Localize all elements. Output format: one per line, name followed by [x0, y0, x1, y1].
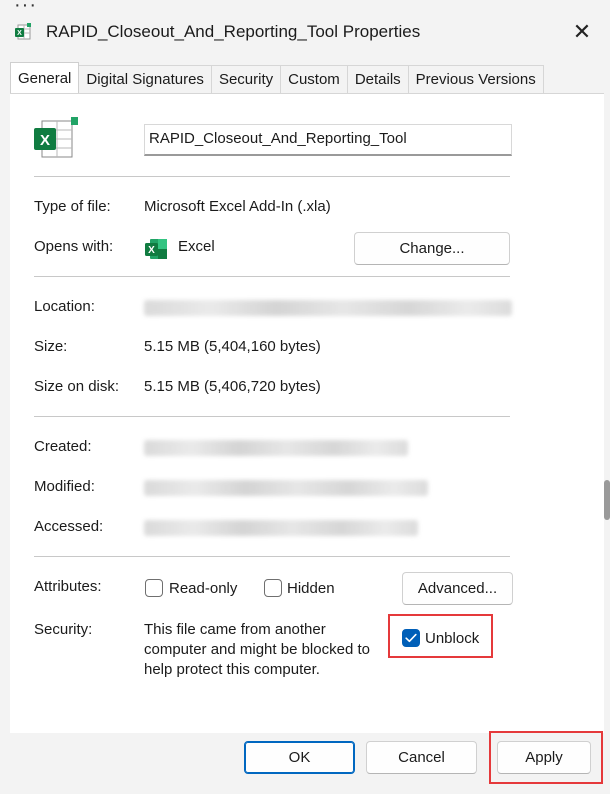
opens-with-value: Excel [178, 238, 215, 255]
title-bar: X RAPID_Closeout_And_Reporting_Tool Prop… [0, 0, 610, 62]
tab-security[interactable]: Security [210, 65, 282, 93]
ok-button[interactable]: OK [244, 741, 355, 774]
divider [34, 276, 510, 277]
security-line-2: computer and might be blocked to [144, 641, 370, 658]
tab-details[interactable]: Details [346, 65, 409, 93]
attributes-label: Attributes: [34, 578, 102, 595]
type-of-file-label: Type of file: [34, 198, 111, 215]
svg-text:X: X [40, 132, 50, 149]
divider [34, 416, 510, 417]
size-on-disk-value: 5.15 MB (5,406,720 bytes) [144, 378, 321, 395]
svg-text:X: X [148, 245, 155, 256]
created-label: Created: [34, 438, 92, 455]
unblock-label: Unblock [425, 630, 480, 647]
size-on-disk-label: Size on disk: [34, 378, 120, 395]
location-label: Location: [34, 298, 95, 315]
accessed-label: Accessed: [34, 518, 104, 535]
tab-general[interactable]: General [10, 62, 80, 93]
divider [34, 176, 510, 177]
location-value-blurred [144, 300, 512, 316]
size-value: 5.15 MB (5,404,160 bytes) [144, 338, 321, 355]
security-line-1: This file came from another [144, 621, 326, 638]
divider [34, 556, 510, 557]
more-dots-icon: ··· [14, 0, 37, 16]
size-label: Size: [34, 338, 68, 355]
excel-app-icon: X [145, 239, 167, 259]
security-line-3: help protect this computer. [144, 661, 320, 678]
tab-digital-signatures[interactable]: Digital Signatures [78, 65, 212, 93]
filename-input[interactable]: RAPID_Closeout_And_Reporting_Tool [144, 124, 512, 156]
tab-previous-versions[interactable]: Previous Versions [407, 65, 544, 93]
apply-highlight [489, 731, 603, 784]
modified-value-blurred [144, 480, 428, 496]
hidden-label: Hidden [287, 580, 335, 597]
change-button[interactable]: Change... [354, 232, 510, 265]
cancel-button[interactable]: Cancel [366, 741, 477, 774]
scrollbar-thumb[interactable] [604, 480, 610, 520]
opens-with-label: Opens with: [34, 238, 114, 255]
close-icon[interactable]: ✕ [562, 14, 602, 50]
excel-file-icon: X [34, 117, 78, 158]
security-label: Security: [34, 621, 93, 638]
svg-text:X: X [17, 30, 22, 37]
hidden-checkbox[interactable] [264, 579, 282, 597]
advanced-button[interactable]: Advanced... [402, 572, 513, 605]
tab-custom[interactable]: Custom [280, 65, 348, 93]
checkmark-icon [405, 633, 417, 643]
excel-file-icon: X [15, 23, 31, 40]
accessed-value-blurred [144, 520, 418, 536]
readonly-checkbox[interactable] [145, 579, 163, 597]
unblock-checkbox[interactable] [402, 629, 420, 647]
readonly-label: Read-only [169, 580, 238, 597]
window-title: RAPID_Closeout_And_Reporting_Tool Proper… [46, 22, 421, 41]
type-of-file-value: Microsoft Excel Add-In (.xla) [144, 198, 331, 215]
tab-bar: General Digital Signatures Security Cust… [10, 62, 544, 93]
modified-label: Modified: [34, 478, 95, 495]
created-value-blurred [144, 440, 408, 456]
